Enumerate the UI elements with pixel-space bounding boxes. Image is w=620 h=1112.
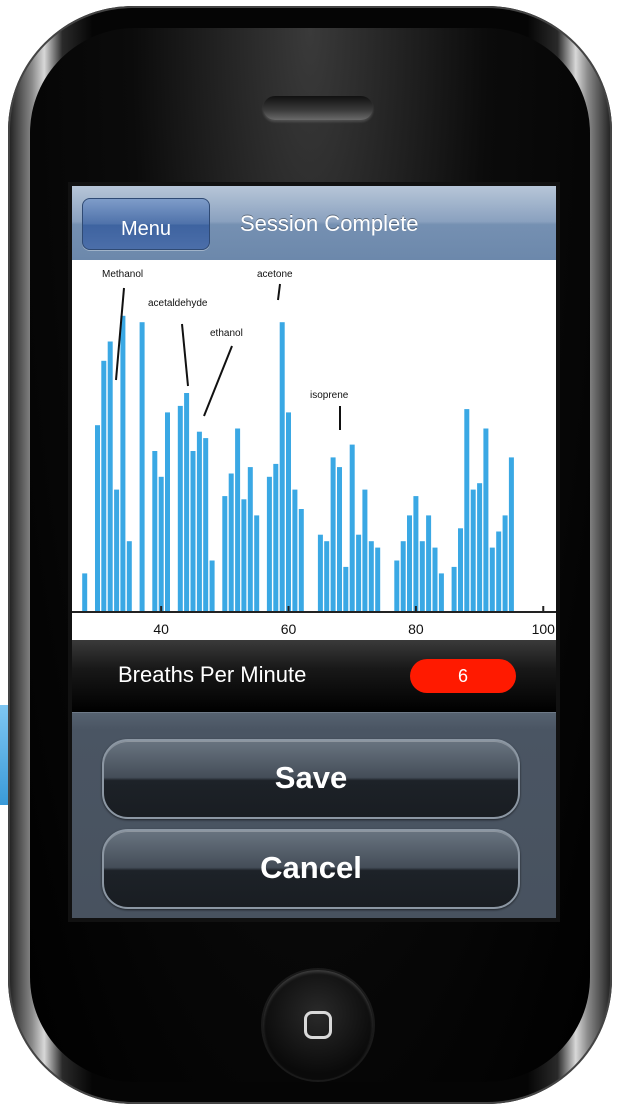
chart-bar [426,515,432,612]
annotation-arrow-ethanol [203,345,233,417]
chart-bar [407,515,412,612]
chart-bar [502,515,508,612]
chart-bar [158,476,164,612]
chart-bar [362,489,368,612]
chart-bar [496,531,502,612]
breaths-status-bar: Breaths Per Minute 6 [72,640,556,712]
home-square-icon [304,1011,332,1039]
chart-bar [139,322,145,612]
chart-bar [343,566,349,612]
chart-bar [477,483,483,612]
annotation-acetaldehyde: acetaldehyde [148,298,208,309]
chart-canvas: 40 60 80 100 Methanol acetaldehyde ethanol … [72,269,556,637]
chart-bar [165,412,170,612]
spectrum-chart: 40 60 80 100 Methanol acetaldehyde ethanol … [72,260,556,640]
navigation-bar: Menu Session Complete [72,186,556,261]
phone-screen: Menu Session Complete 40 60 80 100 Methanol… [72,186,556,918]
chart-bar [247,467,253,612]
chart-bar [190,451,196,612]
chart-bar [489,547,495,612]
chart-bar [279,322,285,612]
chart-bar [400,541,406,612]
chart-bar [337,467,342,612]
chart-bar [432,547,438,612]
chart-bar [95,425,100,612]
chart-bar [266,476,272,612]
chart-bar [330,457,336,612]
chart-bar [107,341,113,612]
chart-bar [235,428,241,612]
annotation-isoprene: isoprene [310,390,349,401]
chart-bar [203,438,209,612]
chart-bar [254,515,260,612]
chart-bar [451,566,457,612]
action-sheet: Save Cancel [72,712,556,918]
chart-bar [438,573,444,612]
chart-bar [349,444,355,612]
chart-bar [419,541,425,612]
chart-bar [413,496,419,612]
x-tick-label: 100 [532,621,556,637]
chart-bar [228,473,234,612]
chart-bar [508,457,514,612]
chart-bar [222,496,228,612]
chart-bar [177,405,183,612]
chart-bar [292,489,298,612]
annotation-methanol: Methanol [102,269,143,280]
chart-bar [298,509,304,612]
x-tick-label: 80 [408,621,424,637]
chart-bars [82,315,514,612]
breaths-per-minute-badge: 6 [410,659,516,693]
breaths-per-minute-label: Breaths Per Minute [118,662,307,687]
annotation-ethanol: ethanol [210,328,243,339]
chart-bar [196,431,202,612]
cancel-button[interactable]: Cancel [102,829,520,909]
chart-annotations: Methanol acetaldehyde ethanol acetone is… [102,269,349,430]
chart-bar [152,451,158,612]
earpiece-speaker [263,96,373,120]
chart-bar [464,409,470,612]
x-tick-label: 60 [281,621,297,637]
chart-bar [458,528,463,612]
chart-bar [241,499,247,612]
chart-bar [483,428,489,612]
chart-bar [273,463,279,612]
x-tick-label: 40 [153,621,169,637]
chart-bar [470,489,476,612]
screen-title: Session Complete [240,211,419,236]
chart-bar [368,541,374,612]
chart-bar [120,315,126,612]
chart-bar [184,393,190,612]
chart-bar [114,489,120,612]
chart-bar [394,560,400,612]
chart-bar [82,573,88,612]
chart-bar [101,360,107,612]
chart-bar [375,547,381,612]
annotation-arrow-acetaldehyde [181,323,189,387]
menu-button[interactable]: Menu [82,198,210,250]
annotation-arrow-acetone [277,283,281,301]
chart-bar [126,541,132,612]
chart-bar [209,560,215,612]
annotation-acetone: acetone [257,269,293,280]
chart-bar [286,412,291,612]
chart-bar [324,541,330,612]
home-button[interactable] [263,970,373,1080]
chart-bar [356,534,362,612]
chart-bar [317,534,323,612]
save-button[interactable]: Save [102,739,520,819]
